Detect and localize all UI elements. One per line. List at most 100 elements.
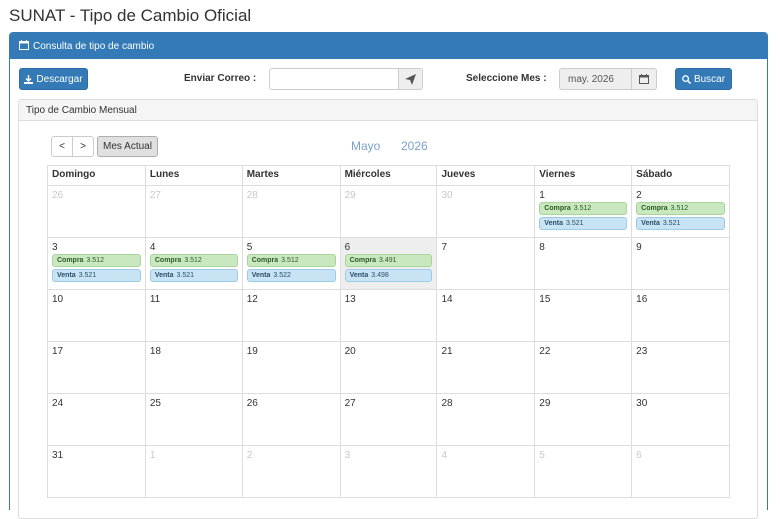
- calendar-week-row: 24 25 26 27 28 29 30: [48, 394, 731, 446]
- search-label: Buscar: [693, 73, 726, 85]
- venta-label: Venta: [641, 220, 660, 227]
- current-month-button[interactable]: Mes Actual: [97, 136, 158, 157]
- day-number: 23: [636, 346, 648, 357]
- calendar-day-cell[interactable]: 15: [535, 290, 633, 342]
- calendar-day-cell[interactable]: 28: [437, 394, 536, 446]
- day-number: 19: [246, 346, 258, 357]
- calendar-week-row: 31 1 2 3 4 5 6: [48, 446, 731, 498]
- calendar-day-cell[interactable]: 27: [340, 394, 438, 446]
- calendar-icon: [639, 74, 649, 84]
- compra-label: Compra: [154, 257, 182, 264]
- day-number: 15: [539, 294, 551, 305]
- calendar-day-cell[interactable]: 31: [48, 446, 146, 498]
- weekday-header: Lunes: [145, 166, 243, 186]
- calendar-day-cell[interactable]: 20: [340, 342, 438, 394]
- calendar-day-cell[interactable]: 2: [242, 446, 341, 498]
- calendar-day-cell[interactable]: 13: [340, 290, 438, 342]
- page-title: SUNAT - Tipo de Cambio Oficial: [9, 6, 252, 25]
- compra-value: 3.512: [670, 205, 689, 212]
- calendar-day-cell[interactable]: 17: [48, 342, 146, 394]
- calendar-day-cell[interactable]: 3: [340, 446, 438, 498]
- venta-badge[interactable]: Venta 3.521: [539, 217, 628, 230]
- compra-label: Compra: [251, 257, 279, 264]
- calendar-day-cell[interactable]: 8: [535, 238, 633, 290]
- venta-label: Venta: [544, 220, 563, 227]
- month-input[interactable]: may. 2026: [559, 68, 632, 90]
- day-number: 6: [636, 450, 642, 461]
- day-number: 26: [52, 190, 64, 201]
- download-label: Descargar: [36, 73, 83, 85]
- calendar-day-cell[interactable]: 9: [632, 238, 731, 290]
- compra-badge[interactable]: Compra 3.512: [52, 254, 141, 267]
- day-number: 24: [52, 398, 64, 409]
- day-number: 13: [344, 294, 356, 305]
- calendar-day-cell[interactable]: 30: [632, 394, 731, 446]
- calendar-day-cell[interactable]: 19: [242, 342, 341, 394]
- calendar-day-cell[interactable]: 23: [632, 342, 731, 394]
- calendar-day-cell[interactable]: 1: [145, 446, 243, 498]
- calendar-day-cell[interactable]: 7: [437, 238, 536, 290]
- compra-badge[interactable]: Compra 3.512: [636, 202, 726, 215]
- compra-value: 3.512: [573, 205, 592, 212]
- calendar-day-cell[interactable]: 28: [242, 186, 341, 238]
- email-input[interactable]: [269, 68, 399, 90]
- calendar-day-cell[interactable]: 2 Compra 3.512 Venta 3.521: [632, 186, 731, 238]
- calendar-day-cell[interactable]: 27: [145, 186, 243, 238]
- calendar-day-cell[interactable]: 6 Compra 3.491 Venta 3.498: [340, 238, 438, 290]
- venta-badge[interactable]: Venta 3.521: [636, 217, 726, 230]
- calendar-day-cell[interactable]: 26: [242, 394, 341, 446]
- prev-month-button[interactable]: <: [51, 136, 73, 157]
- venta-label: Venta: [251, 272, 271, 279]
- day-number: 20: [344, 346, 356, 357]
- calendar-day-cell[interactable]: 29: [340, 186, 438, 238]
- day-number: 12: [246, 294, 258, 305]
- compra-badge[interactable]: Compra 3.491: [344, 254, 433, 267]
- search-button[interactable]: Buscar: [675, 68, 732, 90]
- calendar-day-cell[interactable]: 25: [145, 394, 243, 446]
- calendar-grid: Domingo Lunes Martes Miércoles Jueves Viernes…: [47, 165, 731, 498]
- day-number: 31: [52, 450, 64, 461]
- calendar-day-cell[interactable]: 24: [48, 394, 146, 446]
- calendar-day-cell[interactable]: 29: [535, 394, 633, 446]
- calendar-day-cell[interactable]: 10: [48, 290, 146, 342]
- calendar-day-cell[interactable]: 4: [437, 446, 536, 498]
- calendar-day-cell[interactable]: 14: [437, 290, 536, 342]
- calendar-day-cell[interactable]: 12: [242, 290, 341, 342]
- day-number: 7: [441, 242, 447, 253]
- calendar-year: 2026: [401, 139, 428, 153]
- next-month-button[interactable]: >: [72, 136, 94, 157]
- month-label: Seleccione Mes :: [466, 73, 547, 84]
- calendar-day-cell[interactable]: 5: [535, 446, 633, 498]
- calendar-day-cell[interactable]: 5 Compra 3.512 Venta 3.522: [242, 238, 341, 290]
- compra-badge[interactable]: Compra 3.512: [539, 202, 628, 215]
- day-number: 26: [246, 398, 258, 409]
- calendar-day-cell[interactable]: 3 Compra 3.512 Venta 3.521: [48, 238, 146, 290]
- calendar-month: Mayo: [351, 139, 381, 153]
- calendar-day-cell[interactable]: 18: [145, 342, 243, 394]
- venta-value: 3.521: [78, 272, 97, 279]
- venta-value: 3.522: [273, 272, 291, 279]
- venta-badge[interactable]: Venta 3.498: [344, 269, 433, 282]
- weekday-header: Domingo: [48, 166, 146, 186]
- calendar-day-cell[interactable]: 30: [437, 186, 536, 238]
- send-email-button[interactable]: [398, 68, 423, 90]
- calendar-day-cell[interactable]: 26: [48, 186, 146, 238]
- calendar-day-cell[interactable]: 1 Compra 3.512 Venta 3.521: [535, 186, 633, 238]
- calendar-day-cell[interactable]: 21: [437, 342, 536, 394]
- venta-badge[interactable]: Venta 3.522: [246, 269, 336, 282]
- compra-badge[interactable]: Compra 3.512: [246, 254, 336, 267]
- compra-badge[interactable]: Compra 3.512: [149, 254, 238, 267]
- calendar-day-cell[interactable]: 22: [535, 342, 633, 394]
- venta-badge[interactable]: Venta 3.521: [52, 269, 141, 282]
- day-number: 2: [636, 190, 642, 201]
- calendar-day-cell[interactable]: 11: [145, 290, 243, 342]
- day-number: 3: [344, 450, 351, 461]
- month-picker-button[interactable]: [631, 68, 657, 90]
- calendar-day-cell[interactable]: 6: [632, 446, 731, 498]
- day-number: 9: [636, 242, 642, 253]
- calendar-day-cell[interactable]: 16: [632, 290, 731, 342]
- calendar-icon: [19, 39, 29, 53]
- download-button[interactable]: Descargar: [19, 68, 88, 90]
- calendar-day-cell[interactable]: 4 Compra 3.512 Venta 3.521: [145, 238, 243, 290]
- venta-badge[interactable]: Venta 3.521: [149, 269, 238, 282]
